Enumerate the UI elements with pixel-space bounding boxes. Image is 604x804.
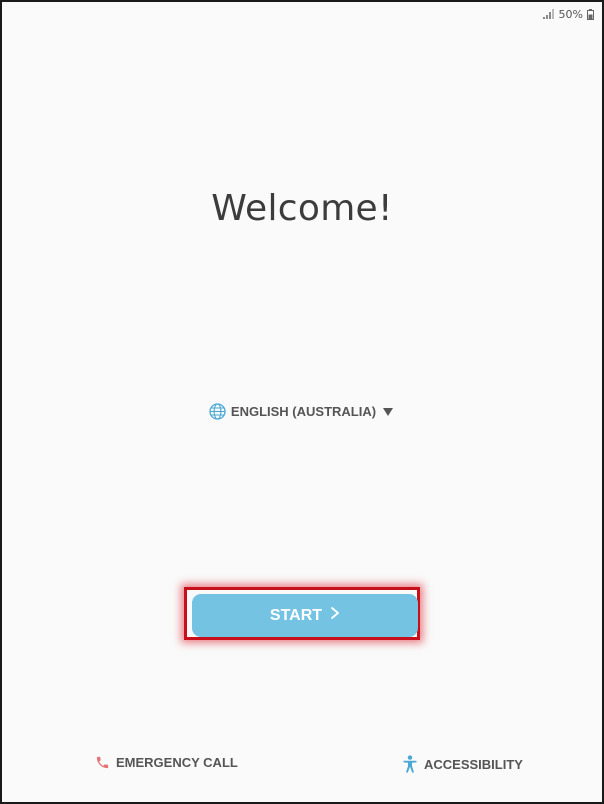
accessibility-button[interactable]: ACCESSIBILITY [402,755,523,773]
accessibility-icon [402,755,418,773]
status-bar: 50% [542,7,594,21]
accessibility-label: ACCESSIBILITY [424,756,523,772]
welcome-title: Welcome! [211,188,393,229]
dropdown-arrow-icon [381,406,395,418]
globe-icon [209,403,226,420]
emergency-call-label: EMERGENCY CALL [116,755,238,770]
start-button-label: START [269,606,323,624]
start-button[interactable]: START [192,594,418,637]
device-screen: 50% Welcome! ENGLISH (AUSTRALIA) START E… [0,0,604,804]
chevron-right-icon [330,606,340,625]
language-selector[interactable]: ENGLISH (AUSTRALIA) [2,403,602,420]
phone-icon [95,755,110,770]
battery-icon [587,8,594,20]
signal-icon [542,9,555,19]
emergency-call-button[interactable]: EMERGENCY CALL [95,755,238,770]
language-label: ENGLISH (AUSTRALIA) [230,404,377,419]
battery-percent: 50% [558,7,583,21]
